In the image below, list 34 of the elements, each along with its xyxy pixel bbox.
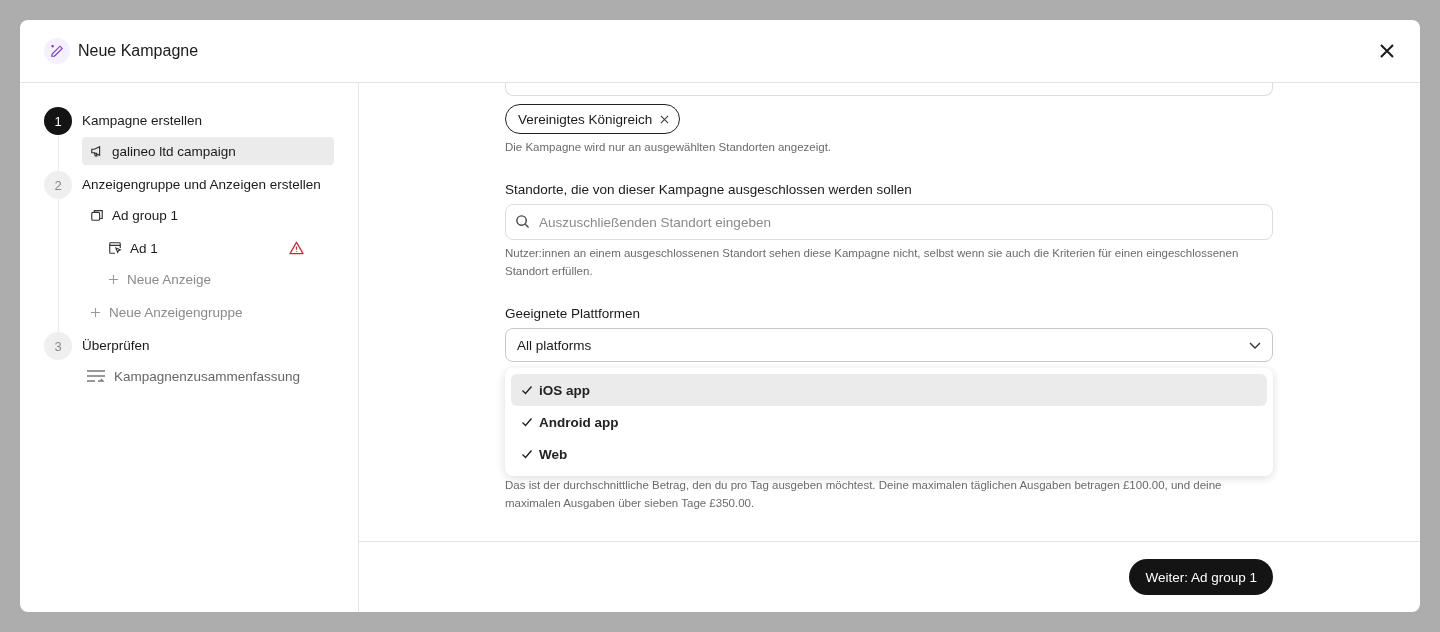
sidebar-item[interactable]: Kampagnenzusammenfassung: [78, 362, 334, 390]
help-text: Das ist der durchschnittliche Betrag, den du pro Tag ausgeben möchtest. Deine maximalen täglichen Ausgaben betragen £100.00, und deine maximalen Ausgaben über sieben Tage £350.00.: [505, 478, 1223, 511]
platform-dropdown[interactable]: All platforms: [505, 328, 1273, 362]
step-label: Überprüfen: [82, 337, 151, 355]
stacked-cards-icon: [90, 208, 104, 222]
field-label: Geeignete Plattformen: [505, 306, 642, 321]
step-number: 3: [44, 332, 72, 360]
menu-option[interactable]: Web: [511, 438, 1267, 470]
sidebar-item[interactable]: Ad group 1: [82, 201, 334, 229]
location-chip: Vereinigtes Königreich: [505, 104, 681, 134]
field-label: Standorte, die von dieser Kampagne ausgeschlossen werden sollen: [505, 182, 913, 197]
add-item-link[interactable]: Neue Anzeigengruppe: [82, 298, 334, 326]
window-cursor-icon: [108, 241, 122, 255]
help-text: Die Kampagne wird nur an ausgewählten Standorten angezeigt.: [505, 140, 833, 155]
menu-option[interactable]: Android app: [511, 406, 1267, 438]
list-lines-icon: [86, 369, 106, 383]
search-field[interactable]: Auszuschließenden Standort eingeben: [505, 204, 1273, 240]
wand-pencil-icon: [50, 44, 64, 58]
step-number: 2: [44, 171, 72, 199]
sidebar-item[interactable]: Ad 1: [100, 234, 334, 262]
plus-icon: [108, 273, 119, 285]
step-number: 1: [44, 107, 72, 135]
add-item-link[interactable]: Neue Anzeige: [100, 265, 334, 293]
next-button[interactable]: Weiter: Ad group 1: [1129, 559, 1273, 595]
help-text: Nutzer:innen an einem ausgeschlossenen Standort sehen diese Kampagne nicht, selbst wenn sie auch die Kriterien für einen eingeschlossenen Standort erfüllen.: [505, 246, 1240, 279]
dialog-title: Neue Kampagne: [78, 42, 200, 60]
search-icon: [515, 214, 530, 229]
menu-option[interactable]: iOS app: [511, 374, 1267, 406]
plus-icon: [90, 306, 101, 318]
sidebar-item[interactable]: galineo ltd campaign: [82, 137, 334, 165]
remove-icon[interactable]: [660, 114, 670, 124]
step-label: Anzeigengruppe und Anzeigen erstellen: [82, 176, 322, 194]
search-field[interactable]: [505, 83, 1273, 96]
step-label: Kampagne erstellen: [82, 112, 204, 130]
